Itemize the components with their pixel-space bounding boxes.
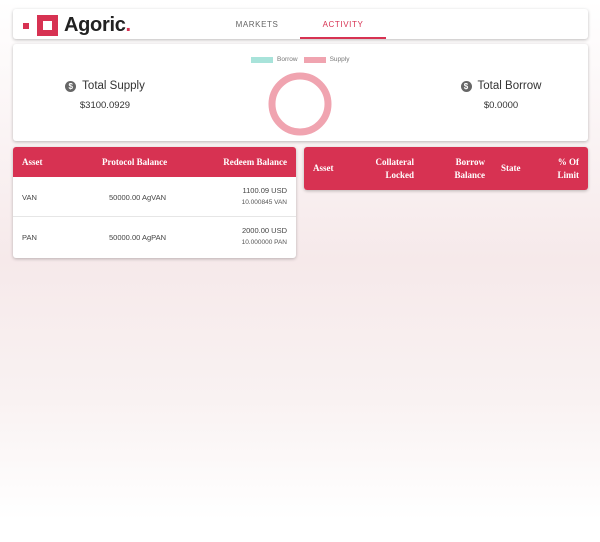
header-asset: Asset [313,163,334,173]
table-row[interactable]: VAN 50000.00 AgVAN 1100.09 USD 10.000845… [13,177,296,217]
header-borrow-balance: Borrow Balance [454,157,486,180]
borrow-table: Asset Collateral Locked Borrow Balance S… [304,147,588,190]
cell-redeem-amount: 10.000845 VAN [241,199,287,206]
agoric-logo[interactable]: Agoric. [23,14,131,37]
tab-markets[interactable]: MARKETS [218,9,296,39]
table-header: Asset Collateral Locked Borrow Balance S… [304,147,588,190]
header-redeem-balance: Redeem Balance [223,157,287,167]
header-state: State [501,163,521,173]
legend-swatch-supply [303,56,326,63]
cell-protocol-balance: 50000.00 AgVAN [109,193,166,202]
donut-slice-supply[interactable] [268,72,332,136]
logo-wordmark: Agoric. [64,14,131,36]
header-asset: Asset [22,157,43,167]
legend-label-supply: Supply [329,56,350,63]
header-protocol-balance: Protocol Balance [102,157,168,167]
logo-dot-icon [23,22,29,29]
cell-redeem-usd: 2000.00 USD [241,226,287,235]
total-borrow-value: $0.0000 [483,100,519,111]
legend-item-borrow[interactable]: Borrow [251,56,298,63]
tab-activity[interactable]: ACTIVITY [300,9,386,39]
header-collateral-locked: Collateral Locked [375,157,415,180]
logo-square-icon [37,15,58,36]
table-row[interactable]: PAN 50000.00 AgPAN 2000.00 USD 10.000000… [13,217,296,257]
total-supply-label: Total Supply [82,80,145,92]
cell-redeem-usd: 1100.09 USD [242,186,287,195]
cell-protocol-balance: 50000.00 AgPAN [109,233,166,242]
legend-label-borrow: Borrow [277,56,298,63]
dollar-icon: $ [65,80,77,92]
dollar-icon: $ [460,80,472,92]
cell-asset: PAN [22,233,37,242]
supply-borrow-donut-chart [268,72,332,136]
chart-legend: Borrow Supply [251,56,355,63]
table-header: Asset Protocol Balance Redeem Balance [13,147,296,177]
summary-panel: $ Total Supply $3100.0929 Borrow Supply … [13,44,588,141]
total-borrow-label: Total Borrow [477,80,542,92]
legend-swatch-borrow [251,56,273,63]
total-borrow: $ Total Borrow $0.0000 [431,80,571,111]
supply-table: Asset Protocol Balance Redeem Balance VA… [13,147,296,258]
cell-asset: VAN [22,193,37,202]
legend-item-supply[interactable]: Supply [303,56,350,63]
total-supply-value: $3100.0929 [79,100,131,111]
cell-redeem-amount: 10.000000 PAN [241,239,287,246]
total-supply: $ Total Supply $3100.0929 [35,80,175,111]
app-bar: Agoric. MARKETS ACTIVITY [13,9,588,39]
header-percent-of-limit: % Of Limit [557,157,580,180]
